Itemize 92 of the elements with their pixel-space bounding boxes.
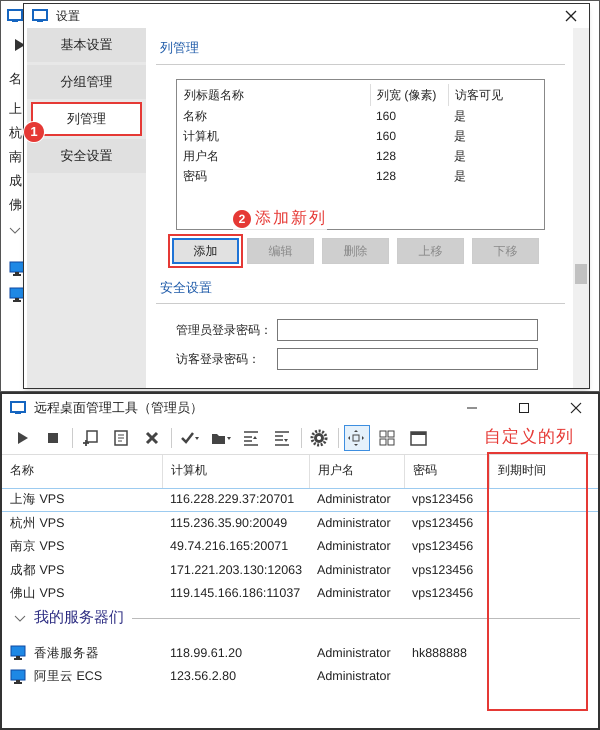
column-header[interactable]: 密码 (404, 455, 489, 488)
table-cell-text: Administrator (317, 668, 391, 686)
table-cell-text: 杭州 VPS (10, 514, 64, 532)
table-cell-text: Administrator (317, 514, 391, 532)
row-label: 南 (9, 148, 22, 166)
table-cell-text: vps123456 (412, 538, 474, 556)
table-cell-text: vps123456 (412, 562, 474, 579)
table-cell-text: vps123456 (412, 514, 474, 532)
column-header[interactable]: 列宽 (像素) (370, 84, 448, 106)
callout-text: 添加新列 (255, 208, 327, 229)
monitor-icon (10, 668, 26, 685)
table-cell-text: 香港服务器 (34, 644, 99, 662)
column-header[interactable]: 计算机 (162, 455, 309, 488)
table-cell-text: 上海 VPS (10, 491, 64, 508)
maximize-icon (518, 402, 530, 414)
column-header[interactable]: 访客可见 (448, 84, 526, 106)
input-field[interactable] (277, 348, 538, 370)
row-label: 成 (9, 172, 22, 190)
table-cell-text: 116.228.229.37:20701 (170, 491, 294, 508)
column-header[interactable]: 列标题名称 (183, 84, 370, 106)
field-label: 管理员登录密码： (175, 322, 273, 339)
section-heading: 安全设置 (156, 278, 565, 304)
field-label: 访客登录密码： (175, 351, 261, 368)
table-cell-text: 49.74.216.165:20071 (170, 538, 288, 556)
table-cell-text: 128 (375, 168, 398, 184)
table-cell-text: Administrator (317, 644, 391, 662)
fit-screen-icon (347, 429, 367, 447)
table-cell-text: 123.56.2.80 (170, 668, 236, 686)
table-cell-text: 成都 VPS (10, 562, 64, 579)
settings-icon (310, 429, 330, 447)
window-icon (409, 429, 429, 447)
table-cell-text: 用户名 (183, 148, 220, 164)
table-row[interactable]: 杭州 VPS 115.236.35.90:20049 Administrator vps123456 (2, 512, 598, 535)
table-cell-text: 118.99.61.20 (170, 644, 242, 662)
sidebar-item[interactable]: 基本设置 (27, 28, 146, 62)
toolbar-button[interactable] (344, 425, 370, 451)
table-cell-text: 是 (453, 148, 467, 164)
table-cell-text: Administrator (317, 585, 391, 602)
close-icon (570, 402, 582, 414)
table-cell-text: 115.236.35.90:20049 (170, 514, 288, 532)
table-cell-text: 是 (453, 108, 467, 124)
chevron-icon[interactable] (14, 614, 26, 622)
table-cell-text: 名称 (183, 108, 208, 124)
row-label: 杭 (9, 124, 22, 142)
table-cell-text: vps123456 (412, 491, 474, 508)
window-title: 远程桌面管理工具（管理员） (34, 399, 203, 418)
table-cell-text: vps123456 (412, 585, 474, 602)
table-cell-text: 171.221.203.130:12063 (170, 562, 302, 579)
table-row[interactable]: 佛山 VPS 119.145.166.186:11037 Administrator vps123456 (2, 582, 598, 606)
column-header[interactable]: 名称 (2, 455, 162, 488)
monitor-icon (10, 645, 26, 662)
table-cell-text: Administrator (317, 491, 391, 508)
scrollbar-thumb[interactable] (575, 264, 587, 284)
column-header[interactable]: 用户名 (309, 455, 404, 488)
table-row[interactable]: 阿里云 ECS 123.56.2.80 Administrator (2, 665, 598, 688)
table-cell-text: 160 (375, 128, 398, 144)
column-header: 名 (9, 70, 22, 88)
table-row[interactable]: 上海 VPS 116.228.229.37:20701 Administrator vps123456 (2, 488, 598, 512)
column-header[interactable]: 到期时间 (489, 455, 598, 488)
table-cell-text: 密码 (183, 168, 208, 184)
table-cell-text: 160 (375, 108, 398, 124)
play-icon[interactable] (15, 39, 25, 51)
step-badge: 2 (233, 210, 251, 228)
chevron-icon[interactable] (9, 227, 21, 235)
row-label: 佛 (9, 196, 22, 214)
window-icon (10, 401, 26, 415)
table-cell-text: 计算机 (183, 128, 220, 144)
table-row[interactable]: 南京 VPS 49.74.216.165:20071 Administrator vps123456 (2, 535, 598, 558)
table-cell-text: 南京 VPS (10, 538, 64, 556)
table-row[interactable]: 香港服务器 118.99.61.20 Administrator hk888888 (2, 642, 598, 665)
table-cell-text: 佛山 VPS (10, 585, 64, 602)
add-window-icon (81, 429, 101, 447)
table-cell-text: hk888888 (412, 644, 467, 662)
table-cell-text: 阿里云 ECS (34, 668, 102, 686)
row-label: 上 (9, 100, 22, 118)
window-title: 设置 (56, 8, 80, 25)
sidebar-item[interactable]: 安全设置 (27, 139, 146, 173)
sidebar-item[interactable]: 分组管理 (27, 65, 146, 99)
table-cell-text: 128 (375, 148, 398, 164)
table-cell-text: 是 (453, 168, 467, 184)
group-heading[interactable]: 我的服务器们 (34, 607, 124, 630)
table-cell-text: 119.145.166.186:11037 (170, 585, 300, 602)
table-row[interactable]: 成都 VPS 171.221.203.130:12063 Administrator vps123456 (2, 558, 598, 582)
section-heading: 列管理 (156, 38, 565, 64)
table-cell-text: Administrator (317, 562, 391, 579)
close-icon (565, 10, 577, 22)
table-cell-text: 是 (453, 128, 467, 144)
table-cell-text: Administrator (317, 538, 391, 556)
scrollbar[interactable] (573, 28, 589, 388)
window-icon (7, 9, 23, 23)
window-icon (32, 9, 48, 23)
input-field[interactable] (277, 319, 538, 341)
